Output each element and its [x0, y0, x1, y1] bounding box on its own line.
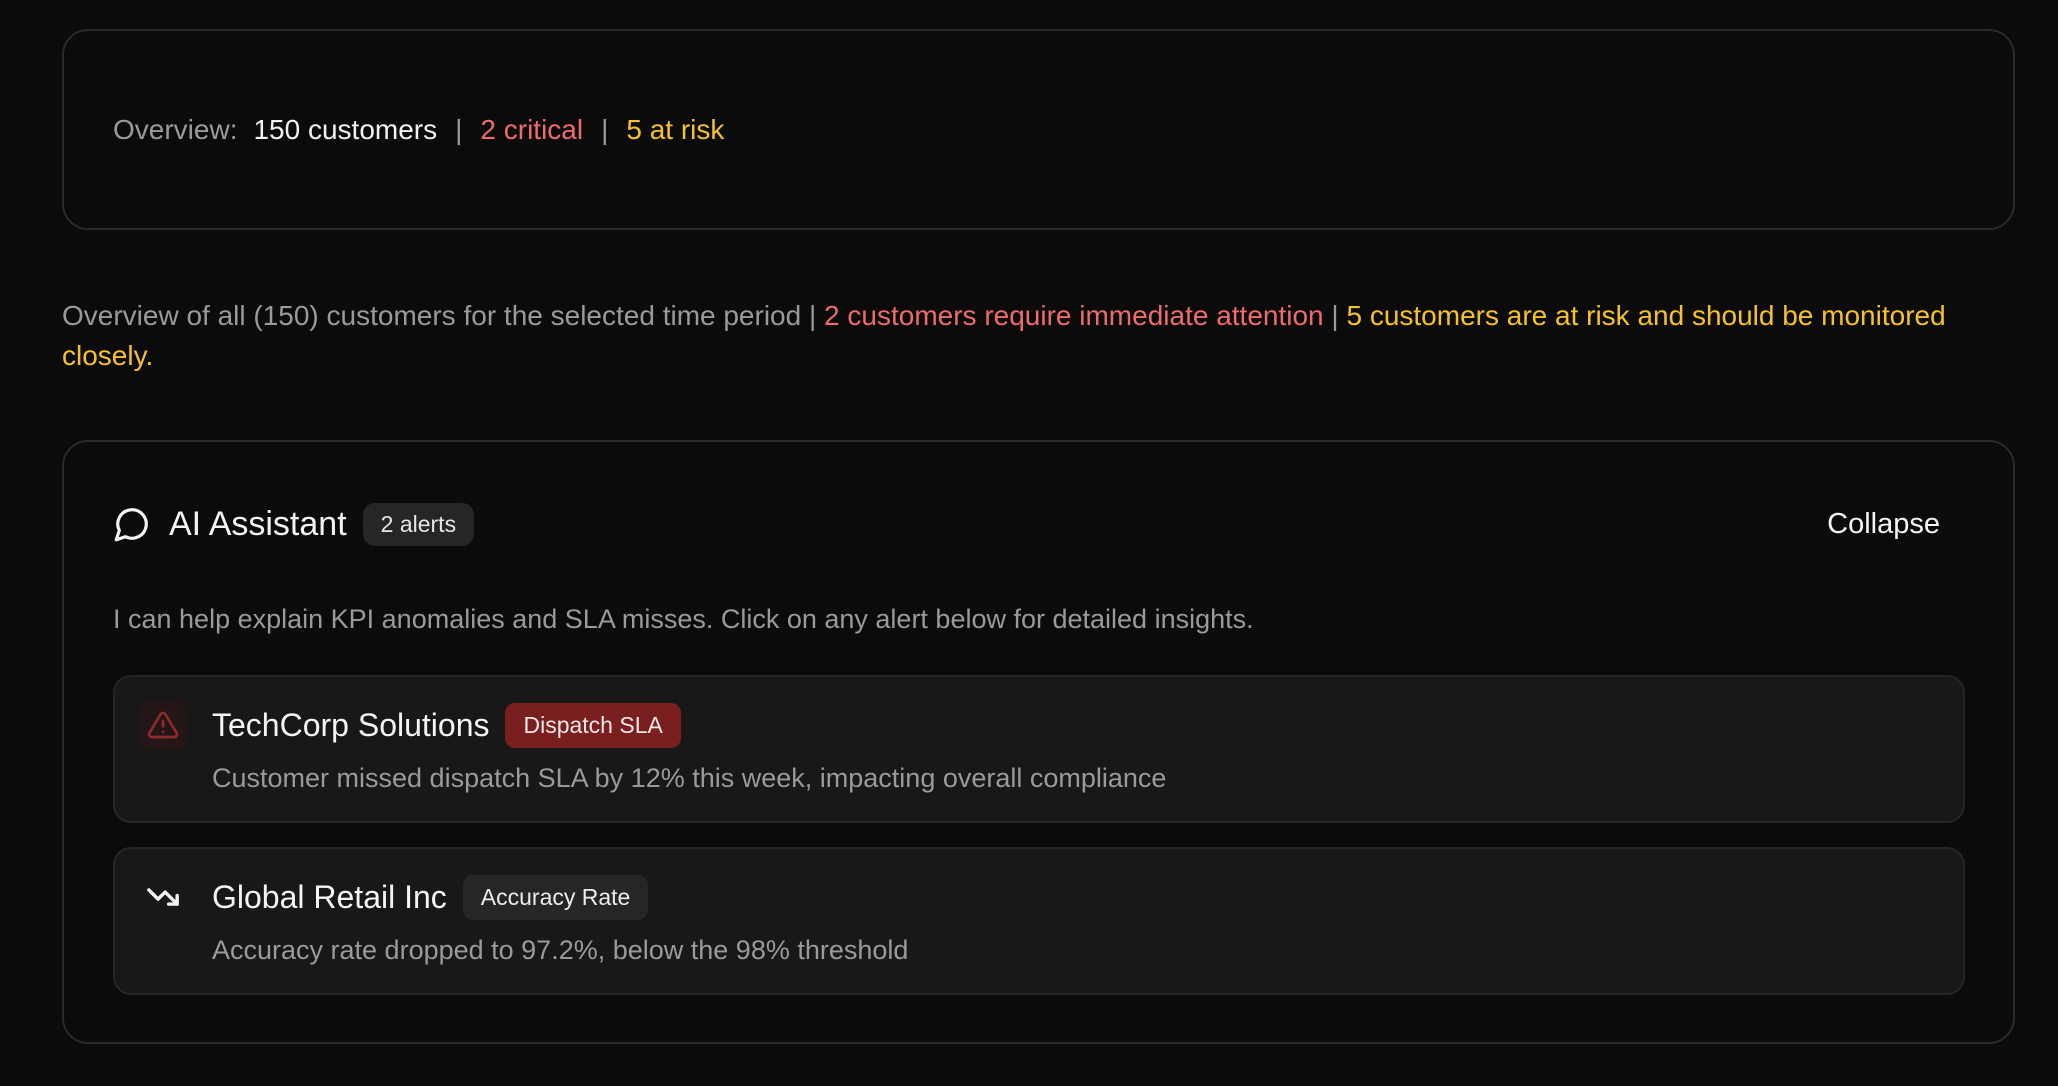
separator: | — [455, 113, 463, 145]
alert-kpi-tag: Accuracy Rate — [462, 875, 649, 920]
ai-assistant-panel: AI Assistant 2 alerts Collapse I can hel… — [62, 440, 2015, 1044]
description-separator: | — [1323, 300, 1347, 331]
critical-count: 2 critical — [480, 113, 584, 145]
warning-triangle-icon — [139, 701, 187, 749]
alert-item-techcorp[interactable]: TechCorp Solutions Dispatch SLA Customer… — [113, 675, 1965, 823]
overview-label: Overview: — [113, 113, 238, 145]
alert-item-global-retail[interactable]: Global Retail Inc Accuracy Rate Accuracy… — [113, 847, 1965, 995]
overview-summary-card: Overview: 150 customers | 2 critical | 5… — [62, 29, 2015, 230]
alert-customer-name: TechCorp Solutions — [212, 707, 490, 743]
alerts-count-badge: 2 alerts — [362, 502, 475, 546]
assistant-title: AI Assistant — [169, 504, 347, 543]
alert-title-row: TechCorp Solutions Dispatch SLA — [212, 703, 681, 748]
alert-title-row: Global Retail Inc Accuracy Rate — [212, 875, 649, 920]
collapse-button[interactable]: Collapse — [1827, 502, 1940, 547]
assistant-intro-text: I can help explain KPI anomalies and SLA… — [113, 604, 1254, 634]
total-customers-count: 150 customers — [253, 113, 438, 145]
alert-description: Customer missed dispatch SLA by 12% this… — [212, 763, 1167, 793]
assistant-header: AI Assistant 2 alerts Collapse — [113, 502, 1964, 546]
separator: | — [601, 113, 609, 145]
trending-down-icon — [139, 873, 187, 921]
description-main: Overview of all (150) customers for the … — [62, 300, 802, 331]
description-critical: 2 customers require immediate attention — [824, 300, 1324, 331]
alert-customer-name: Global Retail Inc — [212, 879, 447, 915]
alert-kpi-tag: Dispatch SLA — [505, 703, 681, 748]
description-separator: | — [801, 300, 825, 331]
at-risk-count: 5 at risk — [626, 113, 725, 145]
page: Overview: 150 customers | 2 critical | 5… — [0, 0, 2058, 1086]
overview-description: Overview of all (150) customers for the … — [62, 296, 2002, 376]
chat-bubble-icon — [113, 505, 151, 543]
alert-description: Accuracy rate dropped to 97.2%, below th… — [212, 935, 909, 965]
